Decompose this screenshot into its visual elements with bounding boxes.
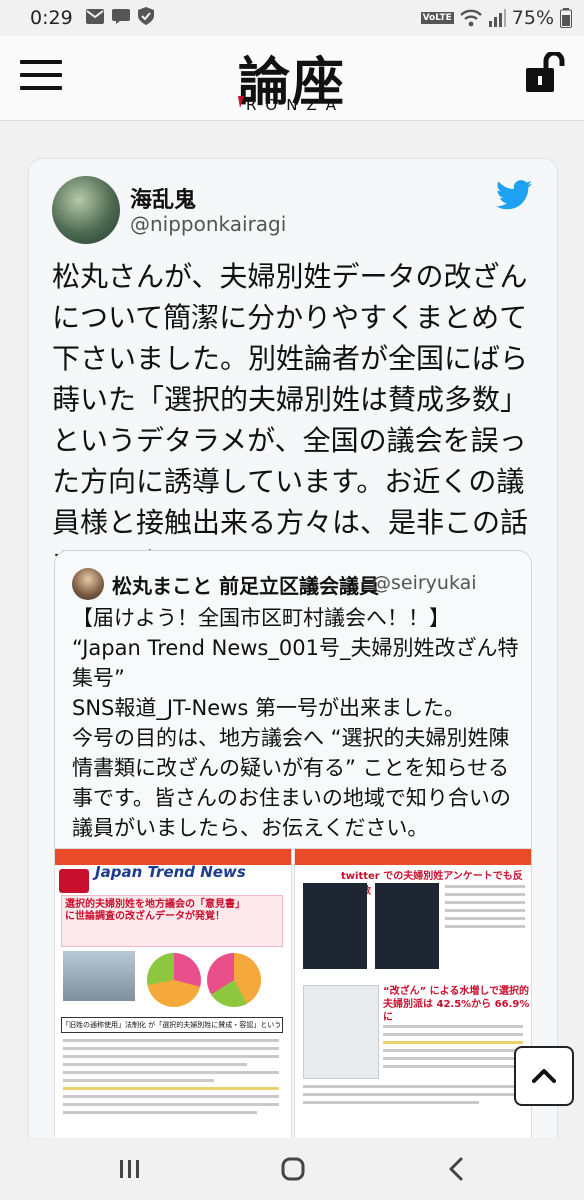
twitter-poll-screenshot-1	[303, 883, 367, 969]
signal-icon	[488, 9, 506, 27]
quoted-line: 【届けよう！全国市区町村議会へ！！】	[72, 606, 450, 630]
pie-chart-2	[207, 953, 261, 1007]
home-icon[interactable]	[280, 1156, 306, 1182]
quoted-text: 【届けよう！全国市区町村議会へ！！】 “Japan Trend News_001…	[72, 603, 522, 843]
quoted-user-name[interactable]: 松丸まこと 前足立区議会議員	[112, 570, 379, 599]
paper-headline: 選択的夫婦別姓を地方議会の「意見書」に世論調査の改ざんデータが発覚！	[65, 899, 240, 922]
chevron-up-icon	[532, 1069, 556, 1083]
message-icon	[112, 9, 130, 24]
paper-top-band	[295, 849, 531, 865]
battery-icon	[560, 8, 572, 28]
newspaper-image-left[interactable]: Japan Trend News 選択的夫婦別姓を地方議会の「意見書」に世論調査…	[54, 848, 292, 1140]
quoted-avatar[interactable]	[72, 568, 104, 600]
shield-icon	[138, 7, 154, 25]
hamburger-icon[interactable]	[20, 60, 62, 99]
tweet-text: 松丸さんが、夫婦別姓データの改ざんについて簡潔に分かりやすくまとめて下さいました…	[52, 260, 529, 580]
paper-body-text	[383, 1025, 523, 1073]
tweet-user-name[interactable]: 海乱鬼	[130, 182, 196, 214]
paper-pink-caption: “改ざん” による水増しで選択的夫婦別派は 42.5%から 66.9%に	[383, 986, 530, 1023]
recent-apps-icon[interactable]	[118, 1158, 140, 1180]
scroll-top-button[interactable]	[514, 1046, 574, 1106]
quoted-line: 今号の目的は、地方議会へ “選択的夫婦別姓陳情書類に改ざんの疑いが有る” ことを…	[72, 726, 511, 840]
paper-footer-text	[303, 1085, 523, 1109]
jtn-logo-icon	[59, 869, 89, 893]
pie-chart-1	[147, 953, 201, 1007]
quoted-line: SNS報道_JT-News 第一号が出来ました。	[72, 696, 465, 720]
twitter-poll-screenshot-2	[375, 883, 439, 969]
volte-icon: VoLTE	[420, 12, 454, 24]
twitter-bird-icon[interactable]	[496, 180, 532, 210]
wifi-icon	[459, 9, 482, 27]
building-photo	[63, 951, 135, 1001]
paper-masthead: Japan Trend News	[95, 863, 246, 881]
status-time: 0:29	[30, 7, 73, 29]
tweet-user-handle[interactable]: @nipponkairagi	[130, 212, 286, 236]
status-bar: 0:29 VoLTE 75%	[0, 0, 584, 36]
quoted-line: “Japan Trend News_001号_夫婦別姓改ざん特集号”	[72, 636, 519, 690]
quoted-user-handle[interactable]: @seiryukai	[372, 572, 477, 594]
document-scan	[303, 985, 379, 1079]
paper-body-text	[63, 1039, 279, 1119]
battery-percent: 75%	[511, 7, 554, 29]
status-right: VoLTE 75%	[420, 7, 572, 29]
logo-accent	[238, 96, 244, 108]
paper-box-title: 「旧姓の通称使用」法制化 が「選択的夫婦別姓に賛成・容認」というウソ	[61, 1017, 283, 1033]
site-logo-en: RONZA	[246, 96, 345, 114]
system-nav-bar	[0, 1138, 584, 1200]
unlock-icon[interactable]	[524, 52, 566, 94]
paper-side-text	[445, 885, 525, 933]
gmail-icon	[86, 9, 104, 24]
back-icon[interactable]	[446, 1156, 466, 1182]
newspaper-image-right[interactable]: twitter での夫婦別姓アンケートでも反対多数 “改ざん” による水増しで選…	[294, 848, 532, 1140]
avatar[interactable]	[52, 176, 120, 244]
